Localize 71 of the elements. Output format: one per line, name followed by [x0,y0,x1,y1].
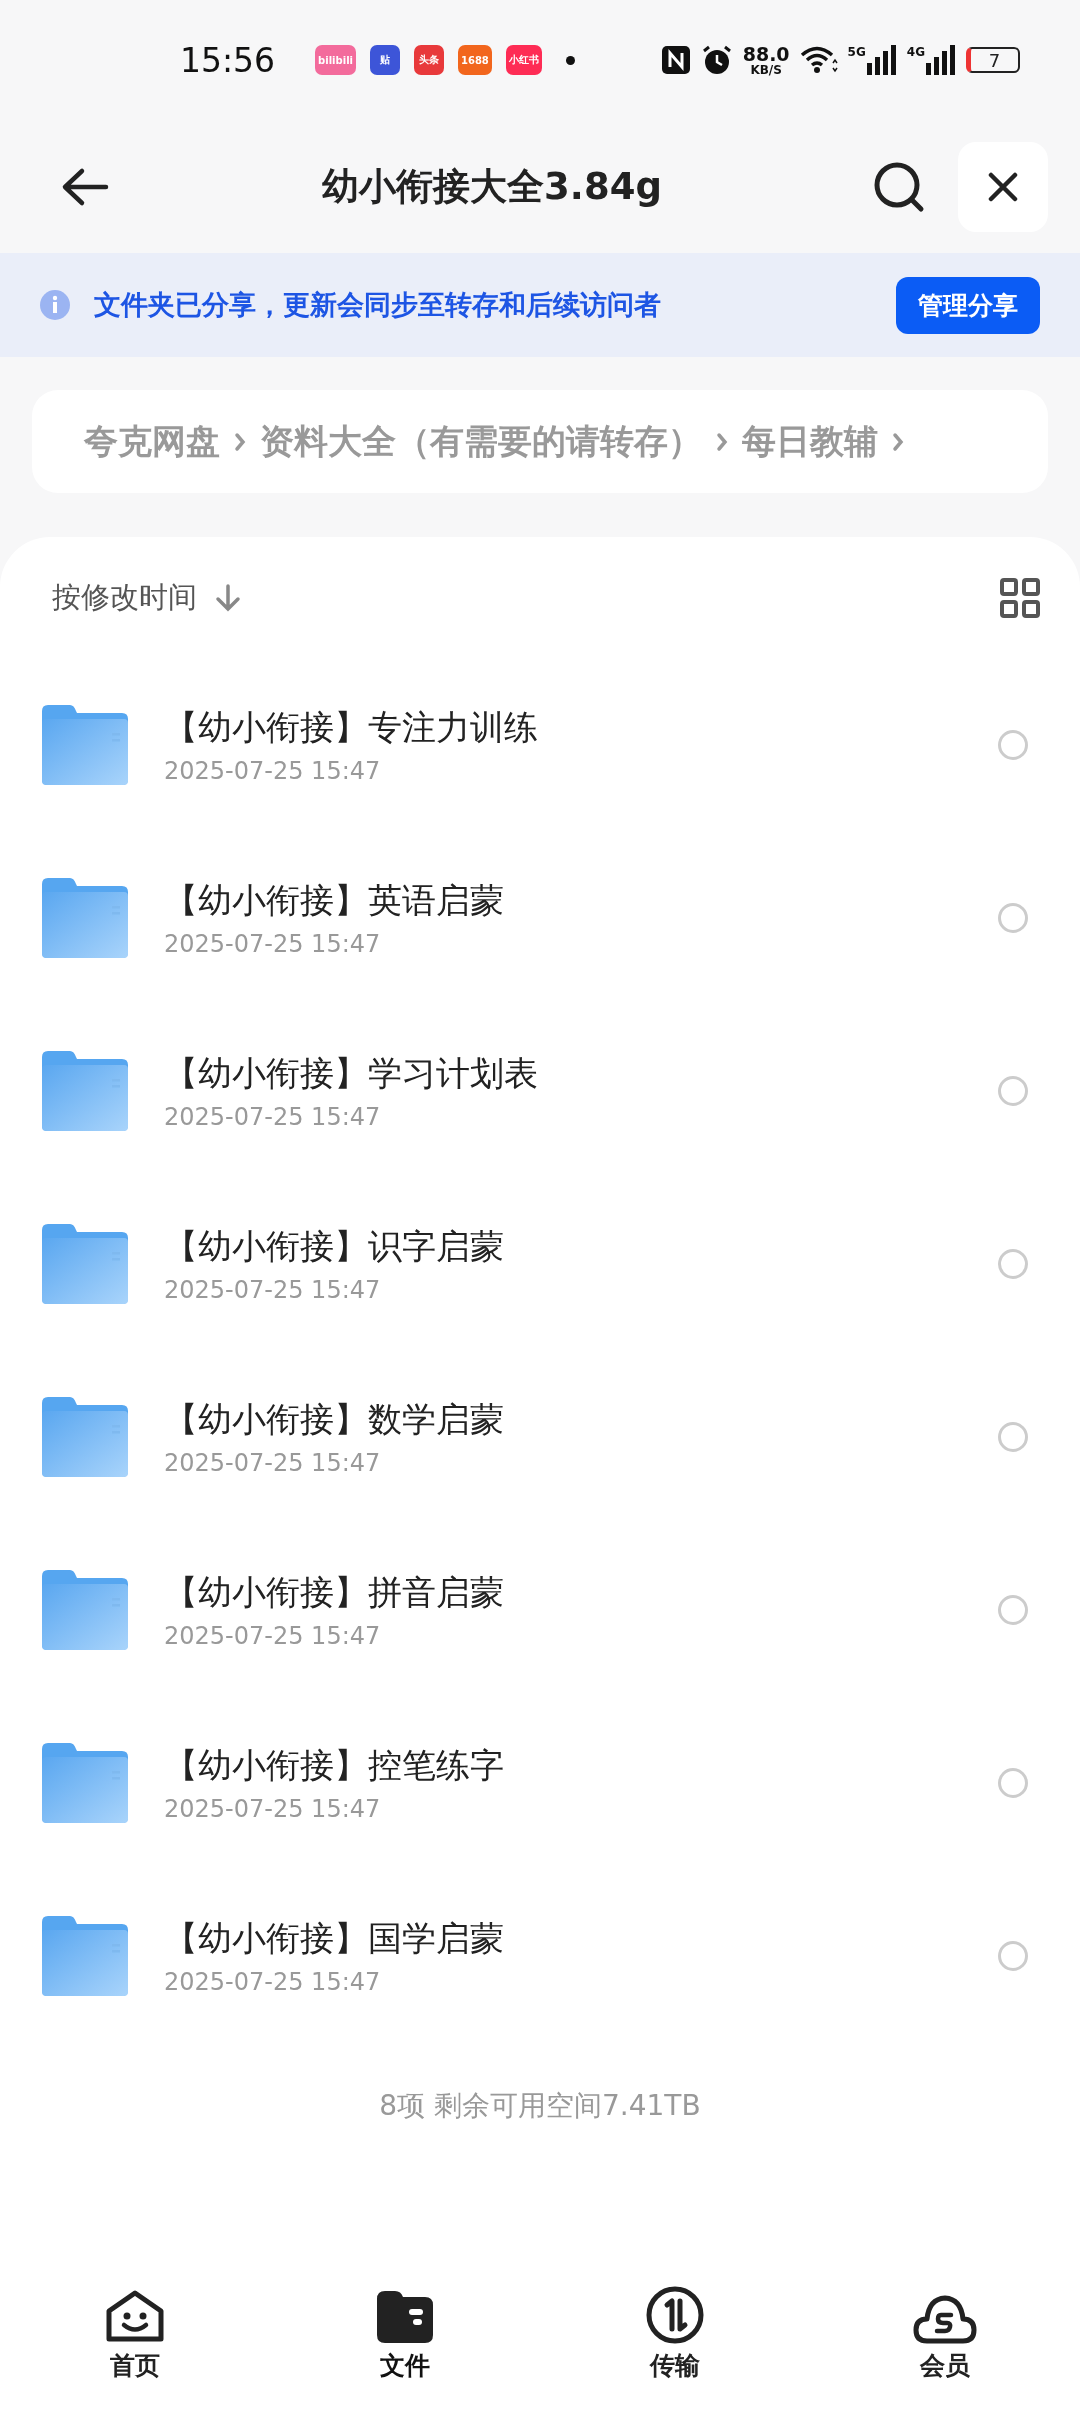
folder-name[interactable]: 【幼小衔接】学习计划表 [164,1050,998,1097]
smiling-house-icon [105,2289,165,2345]
app-icon: 小红书 [505,45,542,75]
close-button[interactable] [958,141,1048,232]
alarm-icon [700,44,733,76]
select-radio[interactable] [998,1767,1028,1798]
modified-date: 2025-07-25 15:47 [164,756,382,785]
folder-icon [42,877,128,958]
cloud-icon [913,2293,977,2345]
folder-icon [42,1223,128,1304]
folder-name[interactable]: 【幼小衔接】拼音启蒙 [164,1569,998,1616]
folder-name[interactable]: 【幼小衔接】英语启蒙 [164,877,998,924]
nav-tab[interactable]: 传输 [540,2262,810,2382]
info-icon [40,290,70,320]
close-icon [988,171,1018,202]
grid-view-icon[interactable] [1000,577,1040,618]
network-speed: 88.0 [742,44,790,64]
storage-summary: 8项 剩余可用空间7.41TB [379,2089,701,2122]
modified-date: 2025-07-25 15:47 [164,1794,382,1823]
folder-name[interactable]: 【幼小衔接】国学启蒙 [164,1915,998,1962]
chevron-icon [716,431,728,452]
sort-button[interactable]: 按修改时间 [52,577,241,618]
select-radio[interactable] [998,1940,1028,1971]
folder-icon [42,1050,128,1131]
nfc-icon [660,45,691,75]
chevron-icon [892,431,904,452]
modified-date: 2025-07-25 15:47 [164,1967,382,1996]
folder-icon [42,1569,128,1650]
modified-date: 2025-07-25 15:47 [164,1448,382,1477]
select-radio[interactable] [998,1248,1028,1279]
select-radio[interactable] [998,1075,1028,1106]
nav-tab[interactable]: 首页 [0,2262,270,2382]
modified-date: 2025-07-25 15:47 [164,1102,382,1131]
wifi-icon [799,45,838,75]
nav-tab[interactable]: 会员 [810,2262,1080,2382]
folder-icon [375,2289,435,2345]
folder-icon [42,1742,128,1823]
signal-icon [866,45,897,75]
page-title: 幼小衔接大全3.84g [321,163,663,210]
folder-name[interactable]: 【幼小衔接】数学启蒙 [164,1396,998,1443]
app-icon: bilibili [315,45,356,75]
manage-share-button[interactable]: 管理分享 [896,276,1040,334]
select-radio[interactable] [998,902,1028,933]
modified-date: 2025-07-25 15:47 [164,929,382,958]
folder-icon [42,1396,128,1477]
folder-name[interactable]: 【幼小衔接】专注力训练 [164,704,998,751]
select-radio[interactable] [998,1594,1028,1625]
folder-name[interactable]: 【幼小衔接】控笔练字 [164,1742,998,1789]
select-radio[interactable] [998,729,1028,760]
app-icon: 1688 [458,45,492,75]
status-time: 15:56 [180,40,276,80]
app-icon: 头条 [414,45,444,75]
transfer-icon [645,2285,705,2345]
network-type: 4G [906,45,925,59]
down-arrow-icon [215,583,241,612]
share-notice: 文件夹已分享，更新会同步至转存和后续访问者 [94,288,662,322]
folder-name[interactable]: 【幼小衔接】识字启蒙 [164,1223,998,1270]
nav-tab[interactable]: 文件 [270,2262,540,2382]
back-arrow-icon [60,166,110,207]
signal-icon [926,45,956,75]
folder-icon [42,1915,128,1996]
modified-date: 2025-07-25 15:47 [164,1275,382,1304]
folder-icon [42,704,128,785]
app-icon: 贴 [370,45,400,75]
chevron-icon [234,431,246,452]
notification-dot-icon [565,55,575,65]
network-type: 5G [847,45,866,59]
speed-unit: KB/S [750,63,782,76]
battery-indicator: 7 [966,47,1020,73]
modified-date: 2025-07-25 15:47 [164,1621,382,1650]
select-radio[interactable] [998,1421,1028,1452]
